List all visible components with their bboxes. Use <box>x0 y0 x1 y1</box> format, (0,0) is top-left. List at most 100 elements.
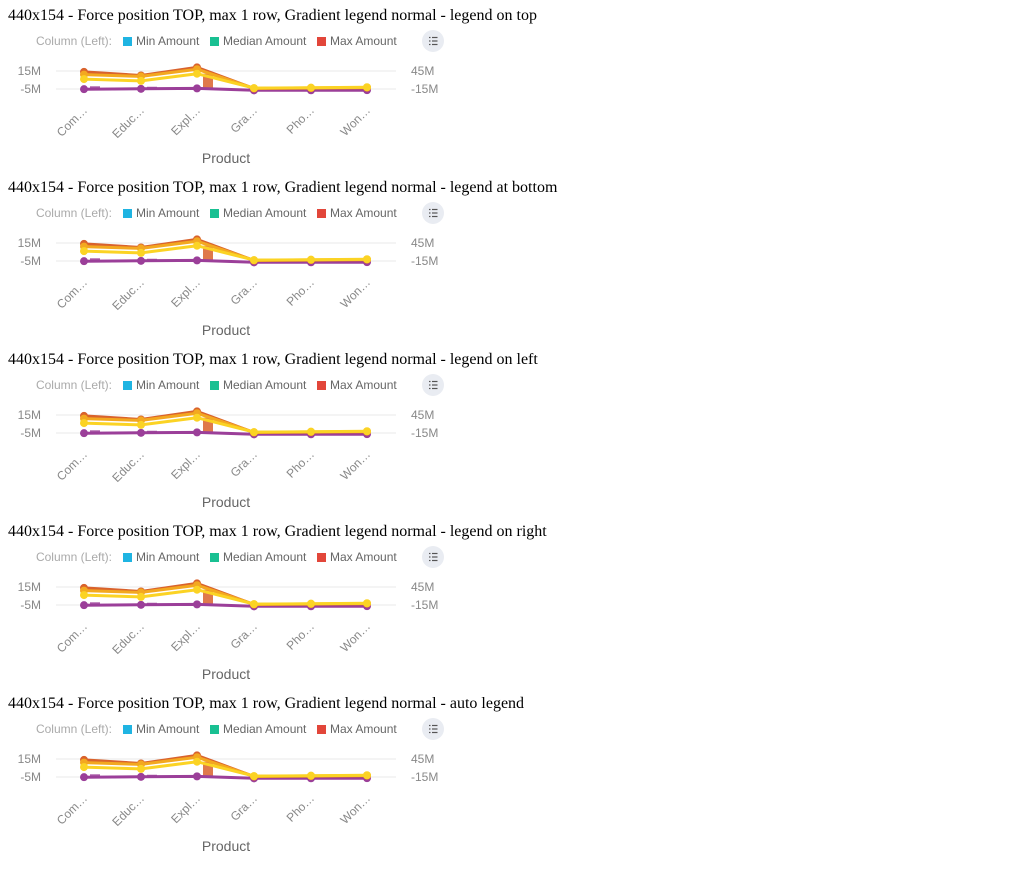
data-point[interactable] <box>250 256 258 265</box>
data-point[interactable] <box>307 255 315 264</box>
legend-label: Median Amount <box>223 550 307 564</box>
data-point[interactable] <box>80 419 88 428</box>
legend-swatch <box>123 725 132 734</box>
y-right-tick-label: 45M <box>411 752 434 766</box>
data-point[interactable] <box>363 255 371 264</box>
legend-label: Median Amount <box>223 722 307 736</box>
data-point[interactable] <box>80 257 88 266</box>
data-point[interactable] <box>137 248 145 257</box>
x-tick-label: Gra… <box>228 447 261 480</box>
data-point[interactable] <box>363 83 371 92</box>
data-point[interactable] <box>193 600 201 609</box>
legend-toggle-button[interactable] <box>422 374 444 396</box>
legend-swatch <box>317 553 326 562</box>
x-axis-title: Product <box>202 150 250 166</box>
legend-item[interactable]: Median Amount <box>210 722 307 736</box>
data-point[interactable] <box>80 763 88 772</box>
chart-block: 440x154 - Force position TOP, max 1 row,… <box>0 0 1024 172</box>
data-point[interactable] <box>80 773 88 782</box>
y-right-tick-label: -15M <box>411 254 438 268</box>
data-point[interactable] <box>193 413 201 422</box>
data-point[interactable] <box>193 585 201 594</box>
legend-item[interactable]: Median Amount <box>210 206 307 220</box>
data-point[interactable] <box>307 427 315 436</box>
legend-toggle-button[interactable] <box>422 546 444 568</box>
data-point[interactable] <box>363 599 371 608</box>
legend-toggle-button[interactable] <box>422 718 444 740</box>
data-point[interactable] <box>250 772 258 781</box>
data-point[interactable] <box>137 772 145 781</box>
y-left-tick-label: 15M <box>18 580 41 594</box>
legend-item[interactable]: Median Amount <box>210 34 307 48</box>
data-point[interactable] <box>137 592 145 601</box>
legend-item[interactable]: Min Amount <box>123 378 200 392</box>
data-point[interactable] <box>80 85 88 94</box>
legend-item[interactable]: Min Amount <box>123 206 200 220</box>
data-point[interactable] <box>80 429 88 438</box>
data-point[interactable] <box>137 428 145 437</box>
legend-label: Min Amount <box>136 34 200 48</box>
data-point[interactable] <box>137 256 145 265</box>
data-point[interactable] <box>193 84 201 93</box>
legend-item[interactable]: Max Amount <box>317 206 397 220</box>
data-point[interactable] <box>137 420 145 429</box>
chart-block: 440x154 - Force position TOP, max 1 row,… <box>0 688 1024 860</box>
data-point[interactable] <box>137 76 145 85</box>
data-point[interactable] <box>193 241 201 250</box>
data-point[interactable] <box>307 599 315 608</box>
legend-label: Max Amount <box>330 378 397 392</box>
data-point[interactable] <box>80 601 88 610</box>
y-left-tick-label: 15M <box>18 236 41 250</box>
legend-item[interactable]: Max Amount <box>317 34 397 48</box>
legend-item[interactable]: Min Amount <box>123 722 200 736</box>
data-point[interactable] <box>250 600 258 609</box>
chart-block: 440x154 - Force position TOP, max 1 row,… <box>0 344 1024 516</box>
x-tick-label: Com… <box>54 275 90 311</box>
y-right-tick-label: -15M <box>411 770 438 784</box>
legend-item[interactable]: Max Amount <box>317 378 397 392</box>
data-point[interactable] <box>250 84 258 93</box>
data-point[interactable] <box>193 256 201 265</box>
legend-swatch <box>210 725 219 734</box>
legend-label: Max Amount <box>330 206 397 220</box>
legend-prefix: Column (Left): <box>36 378 112 392</box>
legend-item[interactable]: Max Amount <box>317 550 397 564</box>
data-point[interactable] <box>250 428 258 437</box>
x-tick-label: Won… <box>337 103 373 139</box>
data-point[interactable] <box>80 75 88 84</box>
data-point[interactable] <box>193 757 201 766</box>
chart-canvas: Column (Left): Min Amount Median Amount Max… <box>18 374 444 510</box>
data-point[interactable] <box>137 600 145 609</box>
legend-item[interactable]: Median Amount <box>210 378 307 392</box>
data-point[interactable] <box>363 771 371 780</box>
chart-block-title: 440x154 - Force position TOP, max 1 row,… <box>8 695 525 712</box>
data-point[interactable] <box>307 83 315 92</box>
data-point[interactable] <box>193 428 201 437</box>
data-point[interactable] <box>80 247 88 256</box>
legend-item[interactable]: Median Amount <box>210 550 307 564</box>
data-point[interactable] <box>307 771 315 780</box>
x-tick-label: Won… <box>337 619 373 655</box>
line-chart: Column (Left): Min Amount Median Amount Max… <box>18 718 444 854</box>
x-tick-label: Won… <box>337 275 373 311</box>
data-point[interactable] <box>137 84 145 93</box>
data-point[interactable] <box>363 427 371 436</box>
series-line <box>83 583 368 606</box>
data-point[interactable] <box>193 772 201 781</box>
legend-swatch <box>317 209 326 218</box>
x-tick-label: Expl… <box>168 619 203 654</box>
legend-label: Max Amount <box>330 722 397 736</box>
legend-toggle-button[interactable] <box>422 30 444 52</box>
line-chart: Column (Left): Min Amount Median Amount Max… <box>18 546 444 682</box>
legend-item[interactable]: Max Amount <box>317 722 397 736</box>
data-point[interactable] <box>80 591 88 600</box>
x-tick-label: Gra… <box>228 791 261 824</box>
legend-item[interactable]: Min Amount <box>123 550 200 564</box>
legend-swatch <box>317 37 326 46</box>
legend-toggle-button[interactable] <box>422 202 444 224</box>
x-tick-label: Won… <box>337 447 373 483</box>
legend-item[interactable]: Min Amount <box>123 34 200 48</box>
x-tick-label: Expl… <box>168 103 203 138</box>
data-point[interactable] <box>137 764 145 773</box>
data-point[interactable] <box>193 69 201 78</box>
